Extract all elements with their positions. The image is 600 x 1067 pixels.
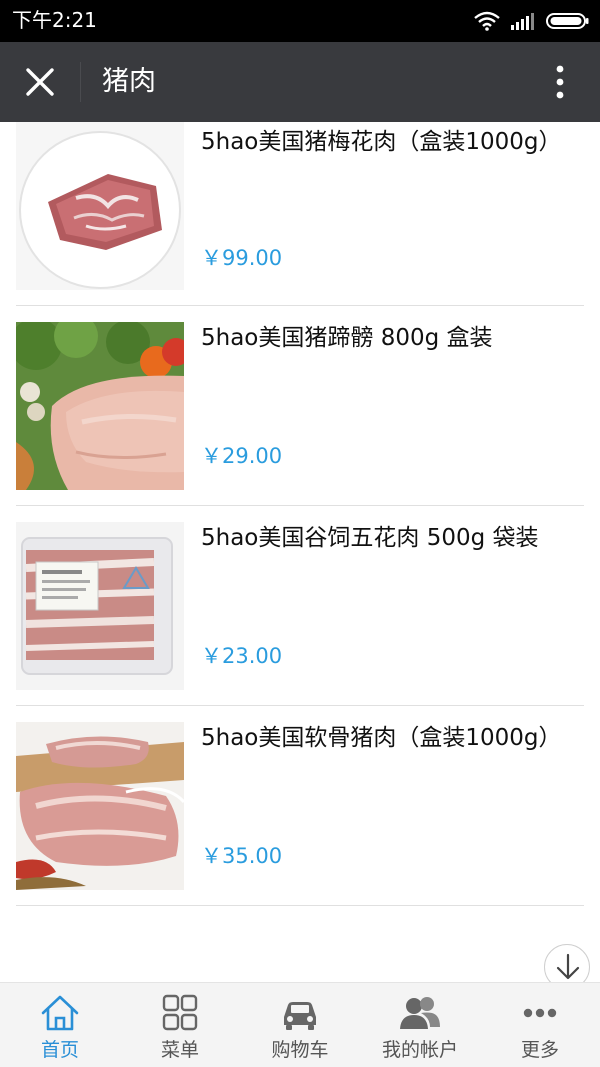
product-name: 5hao美国猪蹄髈 800g 盒装 — [201, 325, 493, 351]
product-image — [16, 522, 184, 690]
product-list: 5hao美国猪梅花肉（盒装1000g） ￥99.00 5hao美国猪蹄髈 800… — [0, 122, 600, 982]
title-bar: 猪肉 — [0, 42, 600, 122]
bottom-nav: 首页 菜单 购物车 我的帐户 更多 — [0, 982, 600, 1067]
product-image — [16, 122, 184, 290]
users-icon — [400, 997, 440, 1029]
status-bar: 下午2:21 — [0, 0, 600, 42]
status-icons — [474, 9, 590, 33]
product-item[interactable]: 5hao美国猪梅花肉（盒装1000g） ￥99.00 — [16, 122, 584, 306]
product-name: 5hao美国谷饲五花肉 500g 袋装 — [201, 525, 539, 551]
product-image — [16, 722, 184, 890]
battery-icon — [546, 13, 589, 29]
product-item[interactable]: 5hao美国猪蹄髈 800g 盒装 ￥29.00 — [16, 306, 584, 506]
nav-item-home[interactable]: 首页 — [0, 983, 120, 1067]
product-image — [16, 322, 184, 490]
car-icon — [284, 1002, 316, 1030]
page-title: 猪肉 — [102, 66, 156, 97]
product-item[interactable]: 5hao美国软骨猪肉（盒装1000g） ￥35.00 — [16, 706, 584, 906]
product-item[interactable]: 5hao美国谷饲五花肉 500g 袋装 ￥23.00 — [16, 506, 584, 706]
more-options-button[interactable] — [538, 60, 582, 104]
nav-item-more[interactable]: 更多 — [480, 983, 600, 1067]
status-time: 下午2:21 — [12, 8, 97, 32]
home-icon — [41, 995, 79, 1031]
product-price: ￥99.00 — [201, 246, 283, 270]
product-price: ￥35.00 — [201, 844, 283, 868]
nav-item-account[interactable]: 我的帐户 — [360, 983, 480, 1067]
nav-label: 菜单 — [160, 1039, 199, 1061]
wifi-icon — [474, 11, 500, 31]
close-icon — [26, 68, 54, 96]
product-name: 5hao美国软骨猪肉（盒装1000g） — [201, 725, 562, 751]
vertical-dots-icon — [556, 65, 564, 99]
nav-label: 我的帐户 — [381, 1039, 458, 1061]
nav-label: 购物车 — [271, 1039, 329, 1061]
product-price: ￥29.00 — [201, 444, 283, 468]
product-name: 5hao美国猪梅花肉（盒装1000g） — [201, 129, 562, 155]
more-dots-icon — [523, 1008, 557, 1018]
nav-label: 首页 — [40, 1039, 79, 1061]
close-button[interactable] — [18, 60, 62, 104]
nav-item-cart[interactable]: 购物车 — [240, 983, 360, 1067]
signal-icon — [511, 13, 534, 30]
product-price: ￥23.00 — [201, 644, 283, 668]
nav-item-menu[interactable]: 菜单 — [120, 983, 240, 1067]
title-divider — [80, 62, 81, 102]
nav-label: 更多 — [520, 1039, 559, 1061]
grid-icon — [162, 994, 198, 1031]
